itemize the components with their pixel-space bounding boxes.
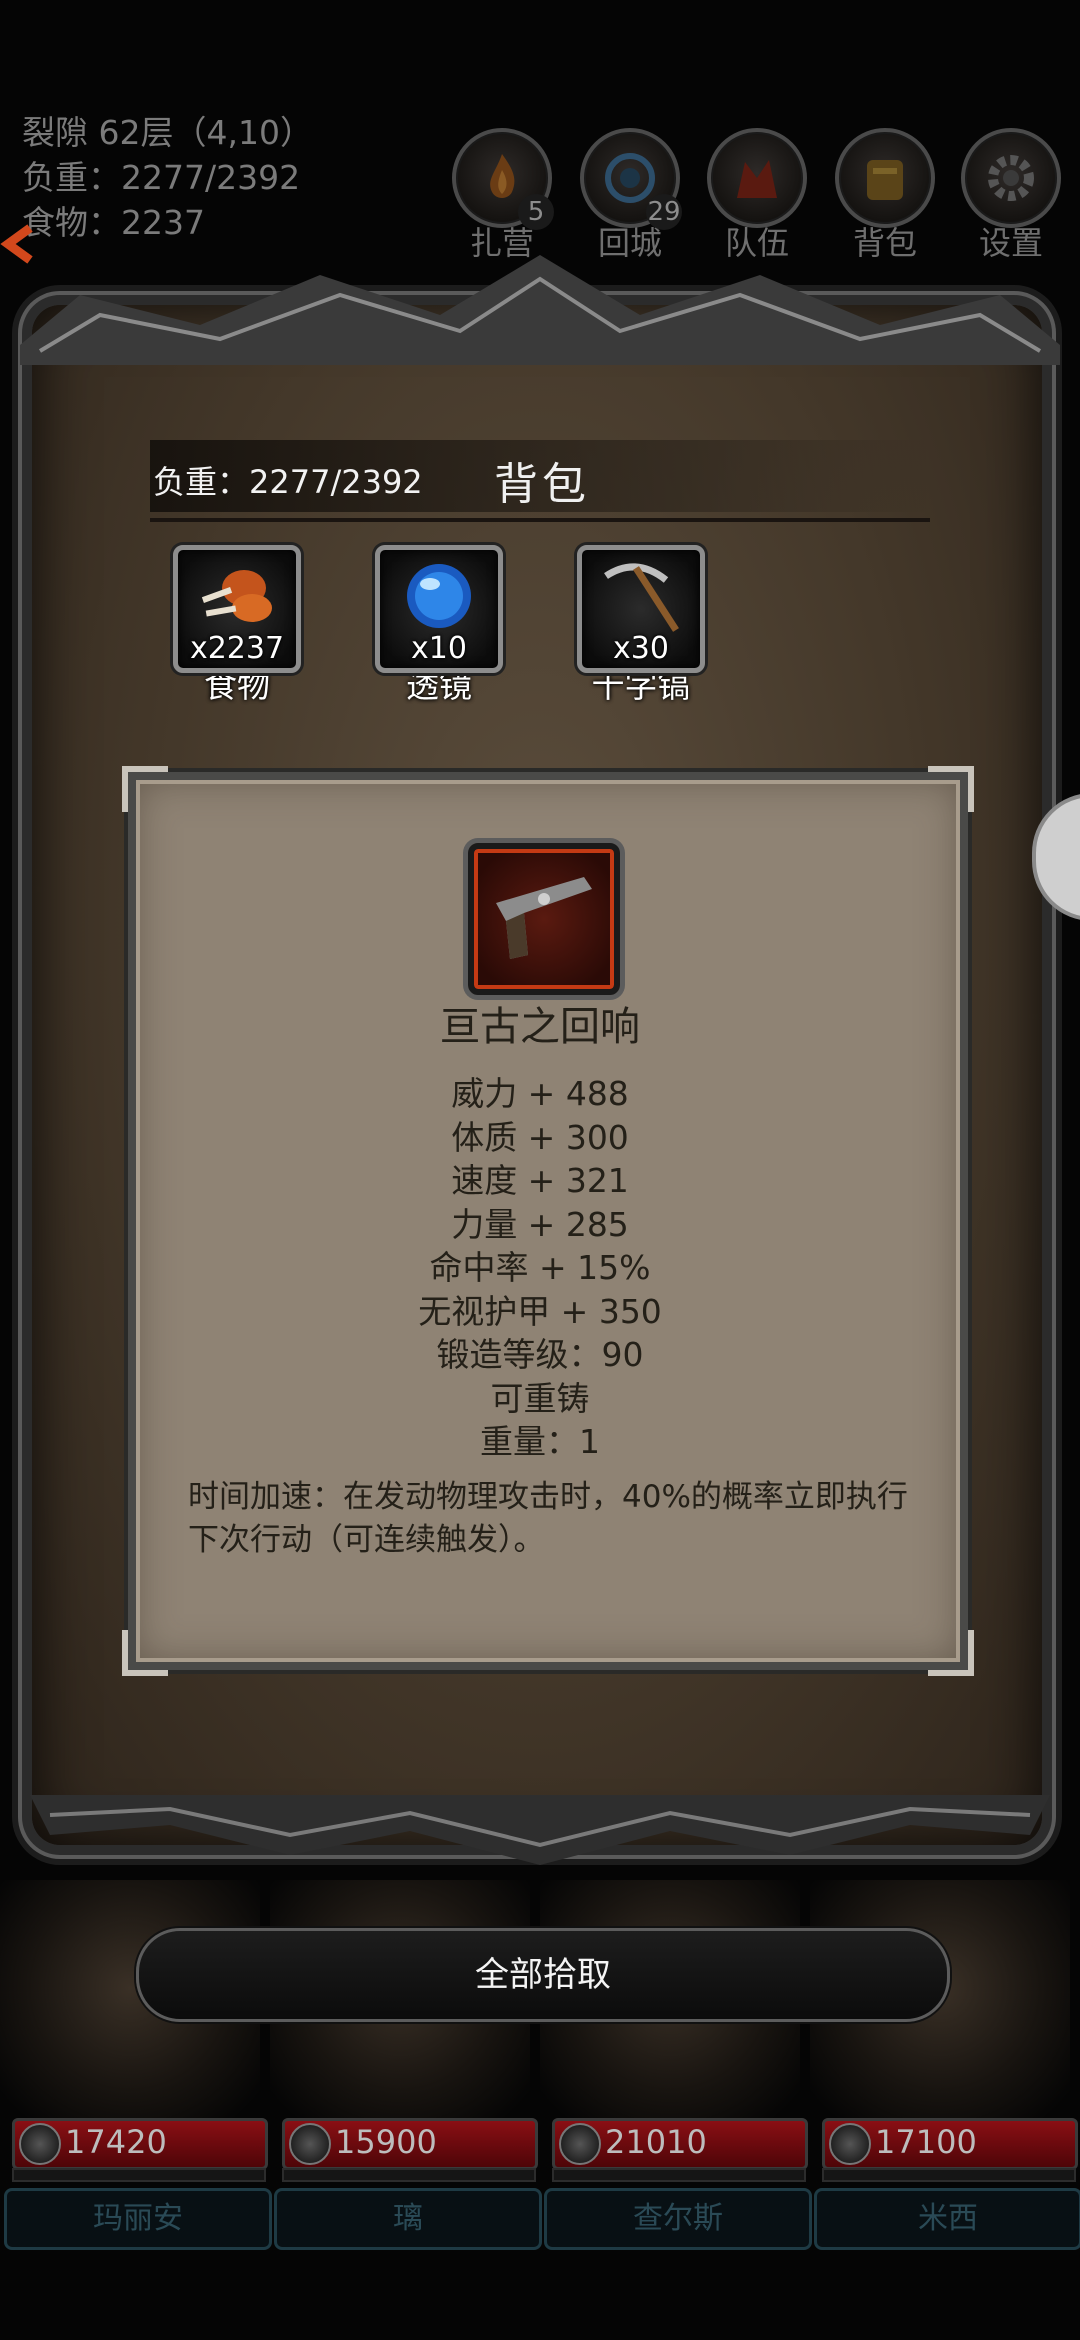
card-corner bbox=[122, 766, 168, 812]
stat-line: 锻造等级：90 bbox=[436, 1335, 644, 1374]
hero-name[interactable]: 璃 bbox=[274, 2188, 542, 2250]
pickup-all-button[interactable]: 全部拾取 bbox=[136, 1928, 950, 2022]
hero-energy-bar bbox=[822, 2168, 1076, 2182]
pistol-icon bbox=[496, 877, 592, 959]
item-name: 亘古之回响 bbox=[440, 1004, 640, 1050]
stat-line: 威力 + 488 bbox=[451, 1074, 629, 1113]
item-description: 时间加速：在发动物理攻击时，40%的概率立即执行下次行动（可连续触发）。 bbox=[188, 1479, 908, 1558]
slot-lens-qty: x10 bbox=[411, 631, 467, 666]
ornate-frame-top bbox=[20, 255, 1060, 365]
hero-name[interactable]: 查尔斯 bbox=[544, 2188, 812, 2250]
card-corner bbox=[122, 1630, 168, 1676]
hero-hp-bar: 17100 bbox=[822, 2118, 1078, 2170]
item-stats: 威力 + 488 体质 + 300 速度 + 321 力量 + 285 命中率 … bbox=[128, 1072, 952, 1464]
meat-icon bbox=[201, 570, 272, 622]
card-corner bbox=[928, 1630, 974, 1676]
hero-hp-value: 15900 bbox=[335, 2123, 437, 2161]
ornate-frame-bottom bbox=[30, 1795, 1050, 1865]
hero-hp-value: 17100 bbox=[875, 2123, 977, 2161]
shield-icon bbox=[559, 2123, 601, 2165]
location-text: 裂隙 62层（4,10） bbox=[22, 113, 313, 152]
hero-hp-value: 17420 bbox=[65, 2123, 167, 2161]
hero-hp-bar: 15900 bbox=[282, 2118, 538, 2170]
card-corner bbox=[928, 766, 974, 812]
hero-energy-bar bbox=[12, 2168, 266, 2182]
stat-line: 力量 + 285 bbox=[451, 1204, 629, 1244]
stat-line: 速度 + 321 bbox=[451, 1161, 629, 1200]
bag-title: 背包 bbox=[494, 459, 590, 510]
hud-info: 裂隙 62层（4,10） 负重：2277/2392 食物：2237 bbox=[22, 110, 313, 245]
weight-text: 负重：2277/2392 bbox=[22, 158, 301, 197]
stat-line: 体质 + 300 bbox=[451, 1117, 629, 1157]
hero-hp-bar: 17420 bbox=[12, 2118, 268, 2170]
slot-food-qty: x2237 bbox=[189, 631, 285, 666]
slot-lens[interactable]: x10 透镜 bbox=[374, 545, 504, 707]
team-button[interactable]: 队伍 bbox=[702, 128, 812, 264]
hero-energy-bar bbox=[552, 2168, 806, 2182]
stat-line: 命中率 + 15% bbox=[429, 1248, 651, 1287]
food-text: 食物：2237 bbox=[22, 203, 205, 242]
return-town-button[interactable]: 29 回城 bbox=[575, 128, 685, 264]
slot-pickaxe[interactable]: x30 十字镐 bbox=[576, 545, 706, 707]
bag-weight: 负重：2277/2392 bbox=[153, 463, 423, 501]
hero-name[interactable]: 米西 bbox=[814, 2188, 1080, 2250]
hero-name[interactable]: 玛丽安 bbox=[4, 2188, 272, 2250]
hero-energy-bar bbox=[282, 2168, 536, 2182]
pickaxe-icon bbox=[604, 563, 679, 632]
slot-pickaxe-qty: x30 bbox=[613, 631, 669, 666]
hero-hp-bar: 21010 bbox=[552, 2118, 808, 2170]
slot-food[interactable]: x2237 食物 bbox=[172, 545, 302, 707]
backpack-icon bbox=[867, 160, 903, 200]
stat-line: 可重铸 bbox=[490, 1378, 590, 1418]
shield-icon bbox=[829, 2123, 871, 2165]
camp-button[interactable]: 5 扎营 bbox=[447, 128, 557, 264]
team-icon bbox=[737, 160, 777, 198]
hero-hp-value: 21010 bbox=[605, 2123, 707, 2161]
camp-count: 5 bbox=[518, 194, 554, 230]
shield-icon bbox=[289, 2123, 331, 2165]
stat-line: 无视护甲 + 350 bbox=[418, 1291, 662, 1331]
item-icon-frame[interactable] bbox=[468, 843, 620, 995]
settings-button[interactable]: 设置 bbox=[956, 128, 1066, 264]
gear-icon bbox=[988, 155, 1034, 201]
return-town-count: 29 bbox=[646, 194, 682, 230]
stat-line: 重量：1 bbox=[480, 1422, 600, 1461]
backpack-button[interactable]: 背包 bbox=[830, 128, 940, 264]
header-divider bbox=[150, 518, 930, 522]
shield-icon bbox=[19, 2123, 61, 2165]
lens-icon bbox=[407, 564, 471, 628]
